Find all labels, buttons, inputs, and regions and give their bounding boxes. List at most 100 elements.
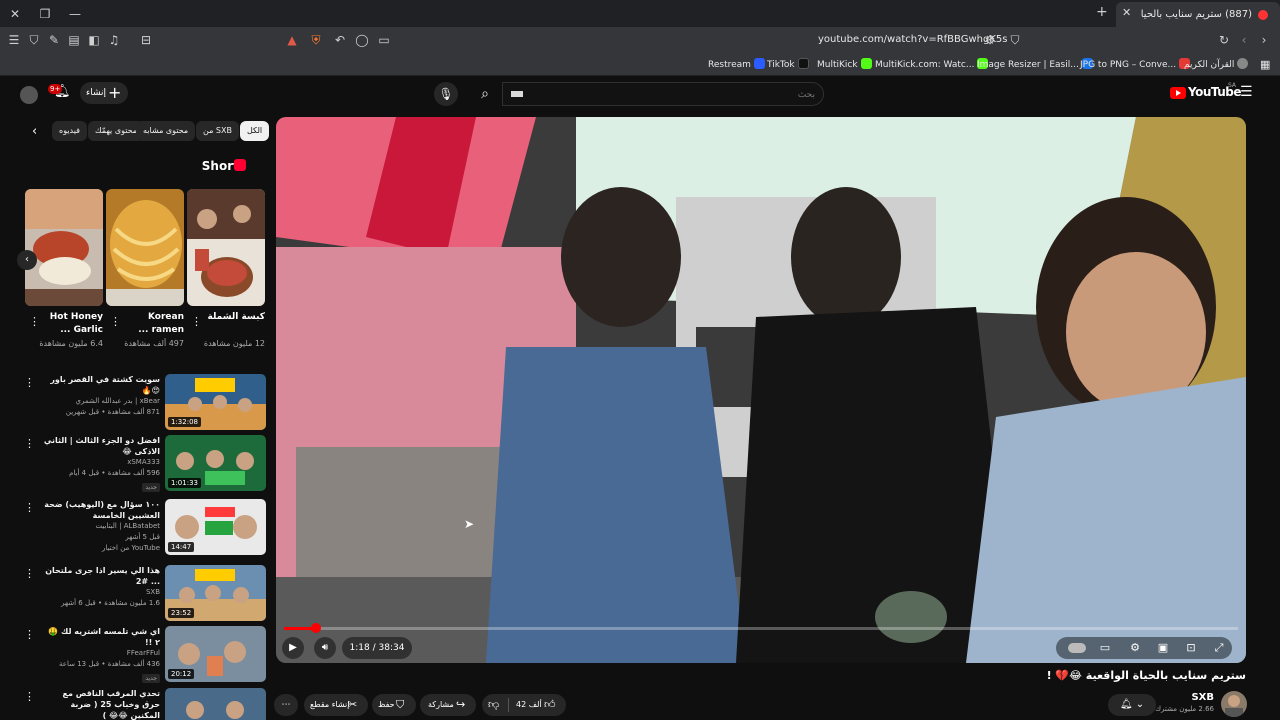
- channel-avatar[interactable]: [1221, 691, 1247, 717]
- music-icon[interactable]: ♫: [106, 32, 122, 48]
- video-channel[interactable]: SXB: [42, 587, 160, 598]
- video-channel[interactable]: xSMA333: [42, 457, 160, 468]
- close-window-icon[interactable]: ✕: [6, 5, 24, 23]
- voice-search-mic-icon[interactable]: 🎙︎: [434, 82, 458, 106]
- sidebar-icon[interactable]: ◧: [86, 32, 102, 48]
- pen-icon[interactable]: ✎: [46, 32, 62, 48]
- tabs-icon[interactable]: ▤: [66, 32, 82, 48]
- menu-icon[interactable]: ☰: [6, 32, 22, 48]
- chip-videos[interactable]: فيديوه: [52, 121, 87, 141]
- screen-icon[interactable]: ▭: [376, 32, 392, 48]
- guide-menu-icon[interactable]: ☰: [1240, 84, 1253, 100]
- list-item[interactable]: 14:47 ١٠٠ سؤال مع (اليوهيب) ضحة العشيين …: [20, 499, 266, 557]
- list-item[interactable]: 20:12 اي شي تلمسه اشتريه لك 🤑 ٢ !! FFear…: [20, 626, 266, 684]
- cast-icon[interactable]: ⊡: [1180, 637, 1202, 659]
- video-thumbnail[interactable]: [165, 688, 266, 720]
- short-title[interactable]: Hot Honey Garlic ...: [39, 311, 103, 337]
- channel-name[interactable]: SXB: [1150, 692, 1214, 703]
- subtitles-icon[interactable]: ▭: [1094, 637, 1116, 659]
- short-more-icon[interactable]: ⋮: [110, 315, 121, 328]
- apps-grid-icon[interactable]: ▦: [1260, 58, 1270, 71]
- shorts-prev-chevron-icon[interactable]: ‹: [17, 250, 37, 270]
- mute-button[interactable]: 🔊︎: [314, 637, 336, 659]
- new-tab-icon[interactable]: +: [1096, 4, 1108, 20]
- browser-tab[interactable]: ✕ (887) ستريم سنايب بالحياة الواقعية: [1116, 2, 1280, 27]
- video-title[interactable]: ١٠٠ سؤال مع (اليوهيب) ضحة العشيين الخامس…: [42, 499, 160, 521]
- address-bar[interactable]: youtube.com/watch?v=RfBBGwhgK5s: [818, 34, 1007, 45]
- chip-all[interactable]: الكل: [240, 121, 270, 141]
- chat-icon[interactable]: ◯: [354, 32, 370, 48]
- video-more-icon[interactable]: ⋮: [24, 376, 35, 389]
- video-title[interactable]: تحدي المرقب الناقص مع حرق وخباب 25 ( ضرب…: [42, 688, 160, 720]
- miniplayer-icon[interactable]: ▣: [1152, 637, 1174, 659]
- shield-icon[interactable]: ⛉: [26, 32, 42, 48]
- forward-icon[interactable]: ›: [1256, 32, 1272, 48]
- short-thumbnail[interactable]: [25, 189, 103, 306]
- keyboard-icon[interactable]: [511, 91, 523, 97]
- search-input[interactable]: [525, 87, 815, 101]
- triangle-icon[interactable]: ▲: [284, 32, 300, 48]
- subscribed-button[interactable]: 🔔︎ ⌄: [1108, 694, 1156, 716]
- bookmark-image-resizer[interactable]: Image Resizer | Easil...: [977, 58, 1093, 70]
- video-channel[interactable]: FFearFFul: [42, 648, 160, 659]
- video-channel[interactable]: ALBatabet | البتابيت: [42, 521, 161, 532]
- more-actions-button[interactable]: ⋯: [274, 694, 298, 716]
- avatar[interactable]: [20, 86, 38, 104]
- short-thumbnail[interactable]: [106, 189, 184, 306]
- short-more-icon[interactable]: ⋮: [29, 315, 40, 328]
- short-title[interactable]: كبسة الشملة: [201, 311, 265, 324]
- back-icon[interactable]: ‹: [1236, 32, 1252, 48]
- list-item[interactable]: تحدي المرقب الناقص مع حرق وخباب 25 ( ضرب…: [20, 688, 266, 720]
- dislike-button-icon[interactable]: 👎︎: [488, 694, 499, 716]
- clip-button[interactable]: ✂ إنشاء مقطع: [304, 694, 368, 716]
- video-thumbnail[interactable]: 23:52: [165, 565, 266, 621]
- video-thumbnail[interactable]: 1:01:33: [165, 435, 266, 491]
- list-item[interactable]: 23:52 هذا الي يسير اذا جرى ملتحان ... #2…: [20, 565, 266, 623]
- bookmark-multikick-watch[interactable]: MultiKick.com: Watc...: [875, 58, 989, 70]
- share-button[interactable]: ↪ مشاركة: [420, 694, 476, 716]
- video-more-icon[interactable]: ⋮: [24, 501, 35, 514]
- bookmark-icon[interactable]: ⛉: [1007, 32, 1023, 48]
- video-title[interactable]: هذا الي يسير اذا جرى ملتحان ... #2: [42, 565, 160, 587]
- video-more-icon[interactable]: ⋮: [24, 567, 35, 580]
- video-more-icon[interactable]: ⋮: [24, 690, 35, 703]
- video-more-icon[interactable]: ⋮: [24, 437, 35, 450]
- list-item[interactable]: 1:01:33 افضل دو الجزء الثالث | الثاني ال…: [20, 435, 266, 493]
- minimize-window-icon[interactable]: —: [66, 5, 84, 23]
- video-title[interactable]: اي شي تلمسه اشتريه لك 🤑 ٢ !!: [42, 626, 160, 648]
- reload-icon[interactable]: ↻: [1216, 32, 1232, 48]
- play-button[interactable]: ▶: [282, 637, 304, 659]
- bookmark-jpg-to-png[interactable]: JPG to PNG – Conve...: [1080, 58, 1191, 70]
- video-thumbnail[interactable]: 20:12: [165, 626, 266, 682]
- create-button[interactable]: إنشاء +: [80, 82, 128, 104]
- like-button-icon[interactable]: 👍︎: [544, 694, 556, 716]
- chip-from-channel[interactable]: من SXB: [196, 121, 239, 141]
- save-button[interactable]: ⛉ حفظ: [372, 694, 416, 716]
- search-box[interactable]: [502, 82, 824, 106]
- undo-icon[interactable]: ↶: [332, 32, 348, 48]
- short-more-icon[interactable]: ⋮: [191, 315, 202, 328]
- bookmark-multikick[interactable]: MultiKick: [817, 58, 872, 70]
- bookmark-tiktok[interactable]: TikTok: [767, 58, 809, 70]
- video-title[interactable]: سويت كشتة في القصر باور 😍🔥: [42, 374, 160, 396]
- video-channel[interactable]: xBear | بدر عبدالله الشمري: [42, 396, 160, 407]
- search-button[interactable]: ⌕: [468, 82, 502, 106]
- restore-window-icon[interactable]: ❐: [36, 5, 54, 23]
- short-thumbnail[interactable]: [187, 189, 265, 306]
- window-icon[interactable]: ⊟: [138, 32, 154, 48]
- video-thumbnail[interactable]: 1:32:08: [165, 374, 266, 430]
- video-more-icon[interactable]: ⋮: [24, 628, 35, 641]
- autoplay-toggle[interactable]: [1068, 643, 1086, 653]
- bookmark-restream[interactable]: Restream: [708, 58, 765, 70]
- site-settings-icon[interactable]: ⚙: [982, 32, 998, 48]
- chip-similar[interactable]: محتوى مشابه: [136, 121, 196, 141]
- tab-close-icon[interactable]: ✕: [1122, 6, 1131, 19]
- progress-bar[interactable]: [284, 623, 1238, 633]
- video-thumbnail[interactable]: 14:47: [165, 499, 266, 555]
- list-item[interactable]: 1:32:08 سويت كشتة في القصر باور 😍🔥 xBear…: [20, 374, 266, 432]
- fullscreen-icon[interactable]: ⤢: [1208, 637, 1230, 659]
- short-title[interactable]: Korean ramen ...: [120, 311, 184, 337]
- bookmark-quran[interactable]: القرآن الكريم: [1184, 58, 1249, 70]
- video-player[interactable]: ➤ ▶ 🔊︎ 1:18 / 38:34 ▭ ⚙ ▣ ⊡ ⤢: [276, 117, 1246, 663]
- brave-shield-icon[interactable]: ⛨: [308, 32, 324, 48]
